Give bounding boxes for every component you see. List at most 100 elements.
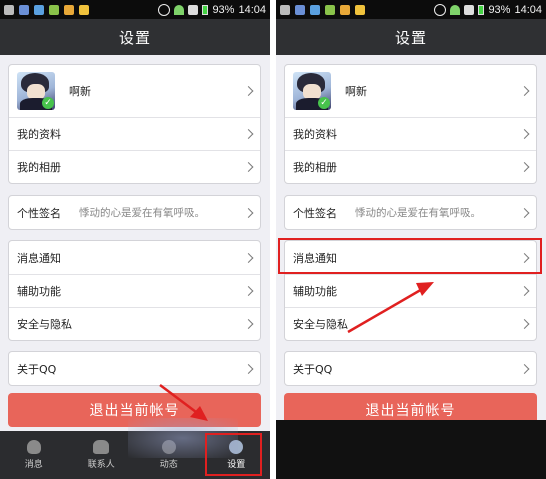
- signal-icon: [188, 4, 199, 15]
- menu-item-my-album[interactable]: 我的相册: [285, 150, 536, 183]
- menu-item-label: 个性签名: [17, 206, 61, 220]
- avatar: ✓: [17, 72, 55, 110]
- menu-item-about[interactable]: 关于QQ: [285, 352, 536, 385]
- settings-group: 消息通知 辅助功能 安全与隐私: [8, 240, 261, 341]
- verified-check-icon: ✓: [42, 97, 54, 109]
- tab-label: 动态: [159, 460, 178, 470]
- menu-item-my-album[interactable]: 我的相册: [9, 150, 260, 183]
- menu-item-label: 我的资料: [293, 128, 337, 141]
- chevron-right-icon: [519, 319, 530, 329]
- menu-item-accessibility[interactable]: 辅助功能: [285, 274, 536, 307]
- menu-item-label: 我的相册: [17, 161, 61, 174]
- menu-item-privacy[interactable]: 安全与隐私: [285, 307, 536, 340]
- battery-icon: [202, 4, 209, 15]
- menu-item-my-info[interactable]: 我的资料: [9, 117, 260, 150]
- signature-group: 个性签名 悸动的心是爱在有氧呼吸。: [8, 195, 261, 230]
- menu-item-label: 辅助功能: [17, 285, 61, 298]
- menu-item-signature[interactable]: 个性签名 悸动的心是爱在有氧呼吸。: [9, 196, 260, 229]
- profile-group: ✓ 啊新 我的资料 我的相册: [8, 64, 261, 184]
- chevron-right-icon: [243, 319, 254, 329]
- chevron-right-icon: [243, 162, 254, 172]
- profile-row[interactable]: ✓ 啊新: [285, 65, 536, 117]
- notification-icons: [4, 4, 89, 15]
- cropped-bottom-area: [276, 420, 546, 479]
- page-title: 设置: [0, 19, 270, 55]
- chevron-right-icon: [243, 286, 254, 296]
- signature-group: 个性签名 悸动的心是爱在有氧呼吸。: [284, 195, 537, 230]
- chevron-right-icon: [519, 207, 530, 218]
- wifi-icon: [450, 4, 461, 15]
- about-group: 关于QQ: [284, 351, 537, 386]
- signal-icon: [464, 4, 475, 15]
- profile-row[interactable]: ✓ 啊新: [9, 65, 260, 117]
- wifi-icon: [174, 4, 185, 15]
- app-icon: [325, 4, 335, 15]
- tab-messages[interactable]: 消息: [0, 431, 68, 479]
- notification-icons: [280, 4, 365, 15]
- chevron-right-icon: [519, 129, 530, 139]
- clock: 14:04: [238, 3, 266, 16]
- menu-item-about[interactable]: 关于QQ: [9, 352, 260, 385]
- about-group: 关于QQ: [8, 351, 261, 386]
- chevron-right-icon: [243, 207, 254, 218]
- app-icon: [49, 4, 59, 15]
- chevron-right-icon: [519, 162, 530, 172]
- menu-item-accessibility[interactable]: 辅助功能: [9, 274, 260, 307]
- highlight-box-notifications: [278, 238, 542, 274]
- profile-name: 啊新: [345, 85, 367, 98]
- battery-level: 93%: [212, 3, 235, 16]
- menu-item-notifications[interactable]: 消息通知: [9, 241, 260, 274]
- app-icon: [64, 4, 74, 15]
- clock: 14:04: [514, 3, 542, 16]
- alarm-icon: [434, 3, 447, 16]
- alarm-icon: [158, 3, 171, 16]
- chevron-right-icon: [519, 363, 530, 374]
- contacts-icon: [93, 440, 110, 454]
- menu-item-label: 安全与隐私: [293, 318, 348, 331]
- battery-level: 93%: [488, 3, 511, 16]
- battery-icon: [478, 4, 485, 15]
- app-icon: [340, 4, 350, 15]
- signature-value: 悸动的心是爱在有氧呼吸。: [79, 207, 205, 219]
- chevron-right-icon: [243, 363, 254, 374]
- chevron-right-icon: [519, 286, 530, 296]
- chevron-right-icon: [243, 86, 254, 96]
- menu-item-signature[interactable]: 个性签名 悸动的心是爱在有氧呼吸。: [285, 196, 536, 229]
- profile-group: ✓ 啊新 我的资料 我的相册: [284, 64, 537, 184]
- penguin-icon: [26, 440, 41, 454]
- signature-value: 悸动的心是爱在有氧呼吸。: [355, 207, 481, 219]
- menu-item-label: 辅助功能: [293, 285, 337, 298]
- page-title: 设置: [276, 19, 546, 55]
- menu-item-label: 消息通知: [17, 251, 61, 265]
- menu-item-label: 关于QQ: [293, 362, 333, 376]
- status-bar: 93% 14:04: [0, 0, 270, 19]
- menu-item-label: 关于QQ: [17, 362, 57, 376]
- chevron-right-icon: [519, 86, 530, 96]
- bird-icon: [34, 4, 44, 15]
- tab-label: 消息: [24, 460, 43, 470]
- highlight-box-settings-tab: [205, 433, 262, 476]
- menu-item-label: 个性签名: [293, 206, 337, 220]
- menu-item-privacy[interactable]: 安全与隐私: [9, 307, 260, 340]
- bird-icon: [310, 4, 320, 15]
- notification-icon: [295, 4, 305, 15]
- screenshot-right: 93% 14:04 设置 ✓ 啊新 我的资料 我的相册 个性签名 悸动的心是爱在…: [276, 0, 546, 479]
- app-icon: [355, 4, 365, 15]
- tab-label: 联系人: [87, 460, 115, 470]
- menu-item-my-info[interactable]: 我的资料: [285, 117, 536, 150]
- usb-icon: [4, 4, 14, 15]
- status-bar: 93% 14:04: [276, 0, 546, 19]
- avatar: ✓: [293, 72, 331, 110]
- profile-name: 啊新: [69, 85, 91, 98]
- app-icon: [79, 4, 89, 15]
- menu-item-label: 我的资料: [17, 128, 61, 141]
- notification-icon: [19, 4, 29, 15]
- tab-contacts[interactable]: 联系人: [68, 431, 136, 479]
- usb-icon: [280, 4, 290, 15]
- menu-item-label: 我的相册: [293, 161, 337, 174]
- chevron-right-icon: [243, 129, 254, 139]
- verified-check-icon: ✓: [318, 97, 330, 109]
- menu-item-label: 安全与隐私: [17, 318, 72, 331]
- screenshot-left: 93% 14:04 设置 ✓ 啊新 我的资料 我的相册 个性签名 悸动的心是爱在…: [0, 0, 270, 479]
- chevron-right-icon: [243, 252, 254, 263]
